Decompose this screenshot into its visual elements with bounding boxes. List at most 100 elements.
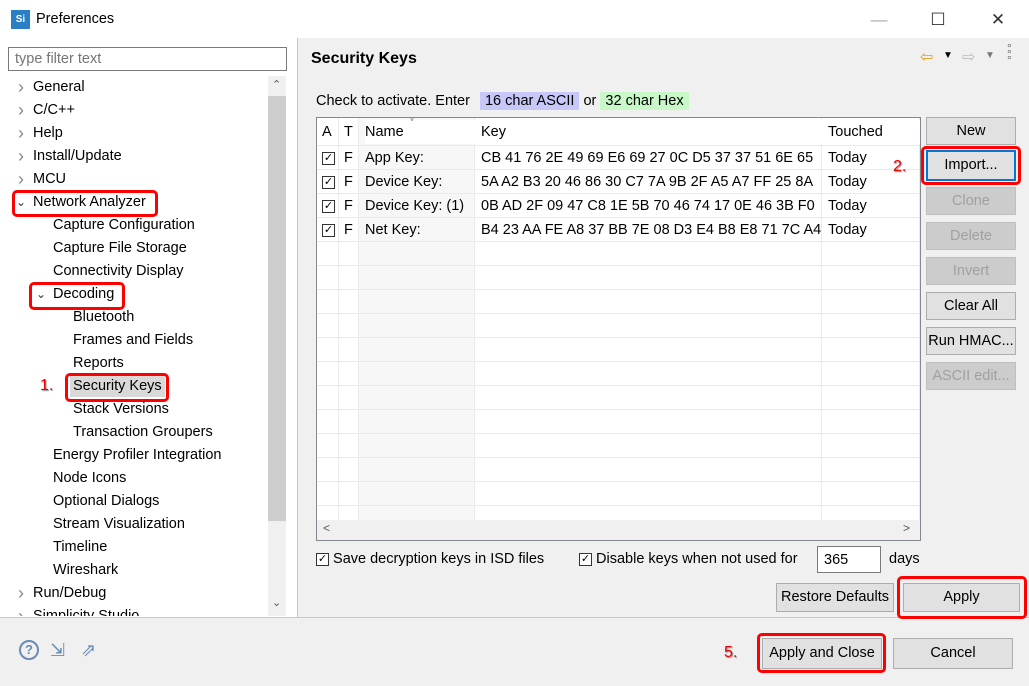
tree-item[interactable]: Capture File Storage [0, 237, 268, 260]
tree-item[interactable]: › Simplicity Studio [0, 605, 268, 616]
tree-item[interactable]: Optional Dialogs [0, 490, 268, 513]
key-value[interactable]: B4 23 AA FE A8 37 BB 7E 08 D3 E4 B8 E8 7… [481, 218, 821, 242]
new-button[interactable]: New [926, 117, 1016, 145]
tree-item[interactable]: Node Icons [0, 467, 268, 490]
row-divider [317, 385, 920, 386]
chevron-right-icon[interactable]: › [15, 76, 27, 99]
tree-item[interactable]: Energy Profiler Integration [0, 444, 268, 467]
tree-item[interactable]: › Run/Debug [0, 582, 268, 605]
page-title: Security Keys [311, 50, 417, 67]
close-button[interactable]: ✕ [975, 6, 1021, 34]
tree-item[interactable]: › Help [0, 122, 268, 145]
clone-button[interactable]: Clone [926, 187, 1016, 215]
chevron-right-icon[interactable]: › [15, 605, 27, 616]
tree-item-label: Timeline [53, 539, 108, 555]
column-header-touched[interactable]: Touched [828, 120, 920, 144]
scroll-left-icon[interactable]: < [323, 521, 330, 535]
row-divider [317, 457, 920, 458]
row-checkbox[interactable]: ✓ [322, 170, 335, 194]
table-hscrollbar[interactable]: < > [317, 520, 920, 540]
key-name[interactable]: Device Key: (1) [365, 194, 464, 218]
back-menu-icon[interactable]: ▼ [943, 50, 953, 61]
scroll-up-icon[interactable]: ⌃ [272, 78, 281, 91]
key-name[interactable]: Net Key: [365, 218, 421, 242]
row-checkbox[interactable]: ✓ [322, 218, 335, 242]
window-title: Preferences [36, 11, 115, 27]
disable-keys-option[interactable]: ✓ Disable keys when not used for [579, 551, 798, 567]
key-value[interactable]: CB 41 76 2E 49 69 E6 69 27 0C D5 37 37 5… [481, 146, 813, 170]
row-divider [317, 409, 920, 410]
tree-scroll-thumb[interactable] [268, 96, 286, 521]
column-header-key[interactable]: Key [481, 120, 822, 144]
panel-divider[interactable] [297, 38, 298, 617]
tree-item-label: C/C++ [33, 102, 75, 118]
tree-item[interactable]: Timeline [0, 536, 268, 559]
tree-item[interactable]: › General [0, 76, 268, 99]
annotation-apply-close [757, 633, 886, 673]
step-5-label: 5. [724, 644, 738, 661]
key-touched: Today [828, 174, 867, 190]
tree-item[interactable]: Connectivity Display [0, 260, 268, 283]
days-input[interactable] [817, 546, 881, 573]
column-header-t[interactable]: T [344, 120, 358, 144]
row-divider [317, 433, 920, 434]
clearall-button[interactable]: Clear All [926, 292, 1016, 320]
restore-defaults-button[interactable]: Restore Defaults [776, 583, 894, 612]
minimize-button[interactable]: — [856, 6, 902, 34]
tree-item-label: Help [33, 125, 63, 141]
key-value[interactable]: 0B AD 2F 09 47 C8 1E 5B 70 46 74 17 0E 4… [481, 194, 815, 218]
tree-item[interactable]: › C/C++ [0, 99, 268, 122]
tree-item-label: Connectivity Display [53, 263, 184, 279]
column-header-a[interactable]: A [322, 120, 338, 144]
import-prefs-icon[interactable]: ⇲ [50, 640, 65, 661]
disable-keys-checkbox[interactable]: ✓ [579, 552, 592, 566]
row-divider [317, 361, 920, 362]
maximize-button[interactable]: ☐ [915, 6, 961, 34]
chevron-right-icon[interactable]: › [15, 145, 27, 168]
tree-item-label: Install/Update [33, 148, 122, 164]
chevron-right-icon[interactable]: › [15, 168, 27, 191]
back-arrow-icon[interactable]: ⇦ [920, 47, 933, 67]
chevron-right-icon[interactable]: › [15, 99, 27, 122]
scroll-down-icon[interactable]: ⌄ [272, 596, 281, 609]
runhmac-button[interactable]: Run HMAC... [926, 327, 1016, 355]
view-menu-icon[interactable]: ° ° ° [1007, 42, 1012, 66]
export-prefs-icon[interactable]: ⇗ [81, 640, 96, 661]
chevron-right-icon[interactable]: › [15, 582, 27, 605]
key-name[interactable]: App Key: [365, 146, 424, 170]
checkbox[interactable]: ✓ [322, 175, 335, 189]
forward-arrow-icon[interactable]: ⇨ [962, 47, 975, 67]
tree-item[interactable]: Capture Configuration [0, 214, 268, 237]
row-divider [317, 505, 920, 506]
tree-item[interactable]: Stream Visualization [0, 513, 268, 536]
tree-item[interactable]: › Install/Update [0, 145, 268, 168]
save-keys-option[interactable]: ✓ Save decryption keys in ISD files [316, 551, 544, 567]
tree-item[interactable]: Frames and Fields [0, 329, 268, 352]
tree-item[interactable]: Wireshark [0, 559, 268, 582]
chevron-right-icon[interactable]: › [15, 122, 27, 145]
forward-menu-icon[interactable]: ▼ [985, 50, 995, 61]
checkbox[interactable]: ✓ [322, 199, 335, 213]
filter-input[interactable] [8, 47, 287, 71]
tree-item[interactable]: Reports [0, 352, 268, 375]
key-name[interactable]: Device Key: [365, 170, 442, 194]
row-checkbox[interactable]: ✓ [322, 194, 335, 218]
row-checkbox[interactable]: ✓ [322, 146, 335, 170]
tree-item[interactable]: Transaction Groupers [0, 421, 268, 444]
cancel-button[interactable]: Cancel [893, 638, 1013, 669]
row-divider [317, 313, 920, 314]
key-value[interactable]: 5A A2 B3 20 46 86 30 C7 7A 9B 2F A5 A7 F… [481, 170, 813, 194]
invert-button[interactable]: Invert [926, 257, 1016, 285]
tree-item[interactable]: › MCU [0, 168, 268, 191]
checkbox[interactable]: ✓ [322, 223, 335, 237]
help-icon[interactable]: ? [19, 640, 39, 660]
checkbox[interactable]: ✓ [322, 151, 335, 165]
tree-item-label: General [33, 79, 85, 95]
delete-button[interactable]: Delete [926, 222, 1016, 250]
column-header-name[interactable]: Name [365, 120, 475, 144]
asciiedit-button[interactable]: ASCII edit... [926, 362, 1016, 390]
save-keys-checkbox[interactable]: ✓ [316, 552, 329, 566]
scroll-right-icon[interactable]: > [903, 521, 910, 535]
tree-item-label: Wireshark [53, 562, 119, 578]
tree-item-label: Bluetooth [73, 309, 135, 325]
